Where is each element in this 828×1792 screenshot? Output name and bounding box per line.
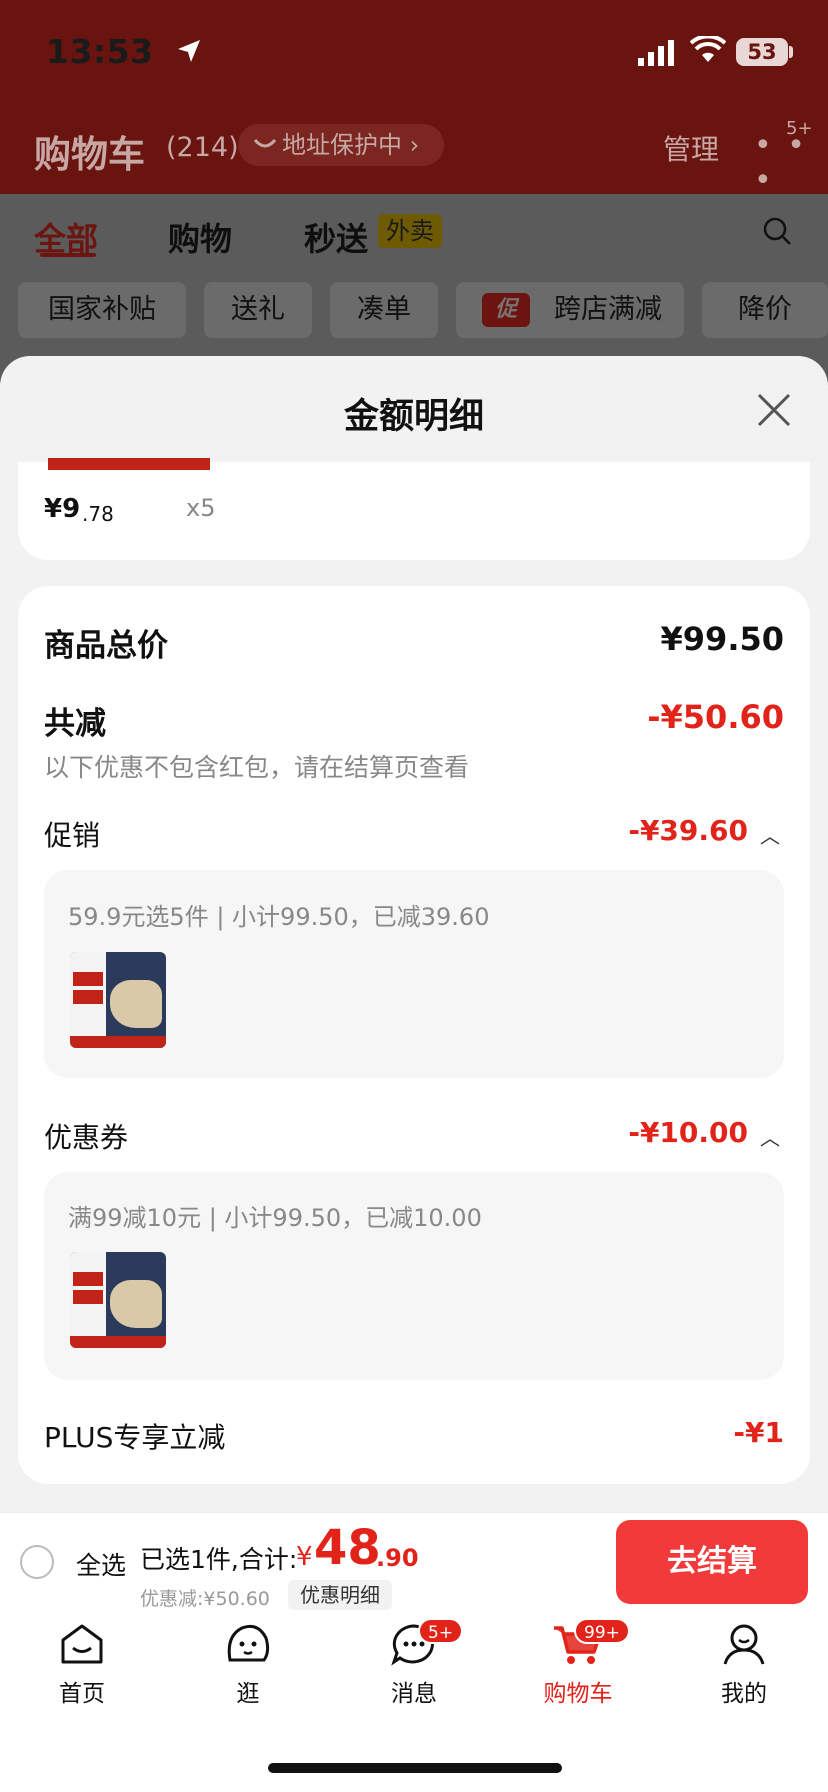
coupon-description: 满99减10元 | 小计99.50，已减10.00	[68, 1204, 482, 1232]
reduce-label: 共减	[44, 706, 106, 742]
cart-badge: 99+	[574, 1618, 630, 1644]
filter-chip-gift[interactable]: 送礼	[204, 282, 312, 338]
home-icon	[61, 1624, 103, 1664]
discount-summary: 优惠减:¥50.60	[140, 1588, 270, 1610]
item-price-decimal: .78	[82, 502, 114, 526]
cart-count: (214)	[166, 132, 239, 163]
signal-icon	[638, 40, 674, 66]
status-time: 13:53	[46, 32, 154, 71]
manage-button[interactable]: 管理	[663, 128, 719, 168]
battery-tip	[789, 46, 793, 58]
plus-value: -¥1	[733, 1416, 784, 1449]
promo-description: 59.9元选5件 | 小计99.50，已减39.60	[68, 903, 490, 931]
coupon-label: 优惠券	[44, 1121, 129, 1154]
profile-icon	[723, 1624, 765, 1665]
nav-home-label: 首页	[59, 1681, 105, 1707]
takeout-badge: 外卖	[378, 214, 442, 248]
sheet-title: 金额明细	[343, 397, 484, 437]
smile-icon	[253, 138, 277, 148]
tab-miaosong[interactable]: 秒送	[304, 214, 368, 260]
item-card	[18, 462, 810, 560]
home-indicator	[268, 1763, 562, 1773]
battery-indicator: 53	[736, 38, 788, 66]
nav-me-label: 我的	[721, 1681, 767, 1707]
tab-shop[interactable]: 购物	[168, 214, 232, 260]
chevron-up-icon[interactable]: ︿	[760, 820, 780, 849]
filter-chip-subsidy[interactable]: 国家补贴	[18, 282, 186, 338]
promo-label: 促销	[44, 819, 101, 852]
total-label: 商品总价	[44, 628, 168, 664]
filter-chip-price-drop[interactable]: 降价	[702, 282, 828, 338]
selected-summary: 已选1件,合计:	[140, 1545, 298, 1574]
promo-tag: 促	[482, 293, 530, 327]
item-price: ¥9	[44, 494, 81, 524]
browse-face-icon	[227, 1624, 270, 1662]
total-value: ¥99.50	[660, 620, 784, 658]
discount-detail-button[interactable]: 优惠明细	[288, 1580, 392, 1610]
item-quantity: x5	[186, 494, 216, 522]
wifi-icon	[690, 36, 726, 62]
product-thumbnail-edge	[48, 458, 210, 470]
chevron-up-icon[interactable]: ︿	[760, 1122, 780, 1151]
total-amount-decimal: .90	[376, 1544, 419, 1572]
plus-label: PLUS专享立减	[44, 1421, 226, 1454]
nav-cart-label: 购物车	[543, 1681, 613, 1707]
nav-browse-label: 逛	[236, 1681, 260, 1707]
nav-home[interactable]: 首页	[22, 1622, 142, 1708]
location-arrow-icon	[178, 40, 200, 62]
more-badge: 5+	[786, 118, 813, 139]
search-icon[interactable]	[762, 216, 792, 246]
page-title: 购物车	[34, 133, 145, 176]
reduce-value: -¥50.60	[647, 698, 784, 736]
total-currency: ¥	[296, 1542, 313, 1572]
nav-messages-label: 消息	[391, 1681, 437, 1707]
reduce-note: 以下优惠不包含红包，请在结算页查看	[44, 753, 470, 782]
product-thumbnail[interactable]	[70, 952, 166, 1048]
select-all-label[interactable]: 全选	[76, 1546, 126, 1582]
close-icon[interactable]	[756, 392, 792, 428]
total-amount: 48	[314, 1520, 381, 1576]
product-thumbnail[interactable]	[70, 1252, 166, 1348]
messages-badge: 5+	[418, 1618, 464, 1644]
nav-browse[interactable]: 逛	[188, 1622, 308, 1708]
promo-value[interactable]: -¥39.60	[628, 814, 748, 847]
select-all-checkbox[interactable]	[20, 1545, 54, 1579]
tab-indicator	[40, 253, 96, 257]
filter-chip-combine[interactable]: 凑单	[330, 282, 438, 338]
nav-me[interactable]: 我的	[684, 1622, 804, 1708]
checkout-button[interactable]: 去结算	[616, 1520, 808, 1604]
coupon-value[interactable]: -¥10.00	[628, 1116, 748, 1149]
